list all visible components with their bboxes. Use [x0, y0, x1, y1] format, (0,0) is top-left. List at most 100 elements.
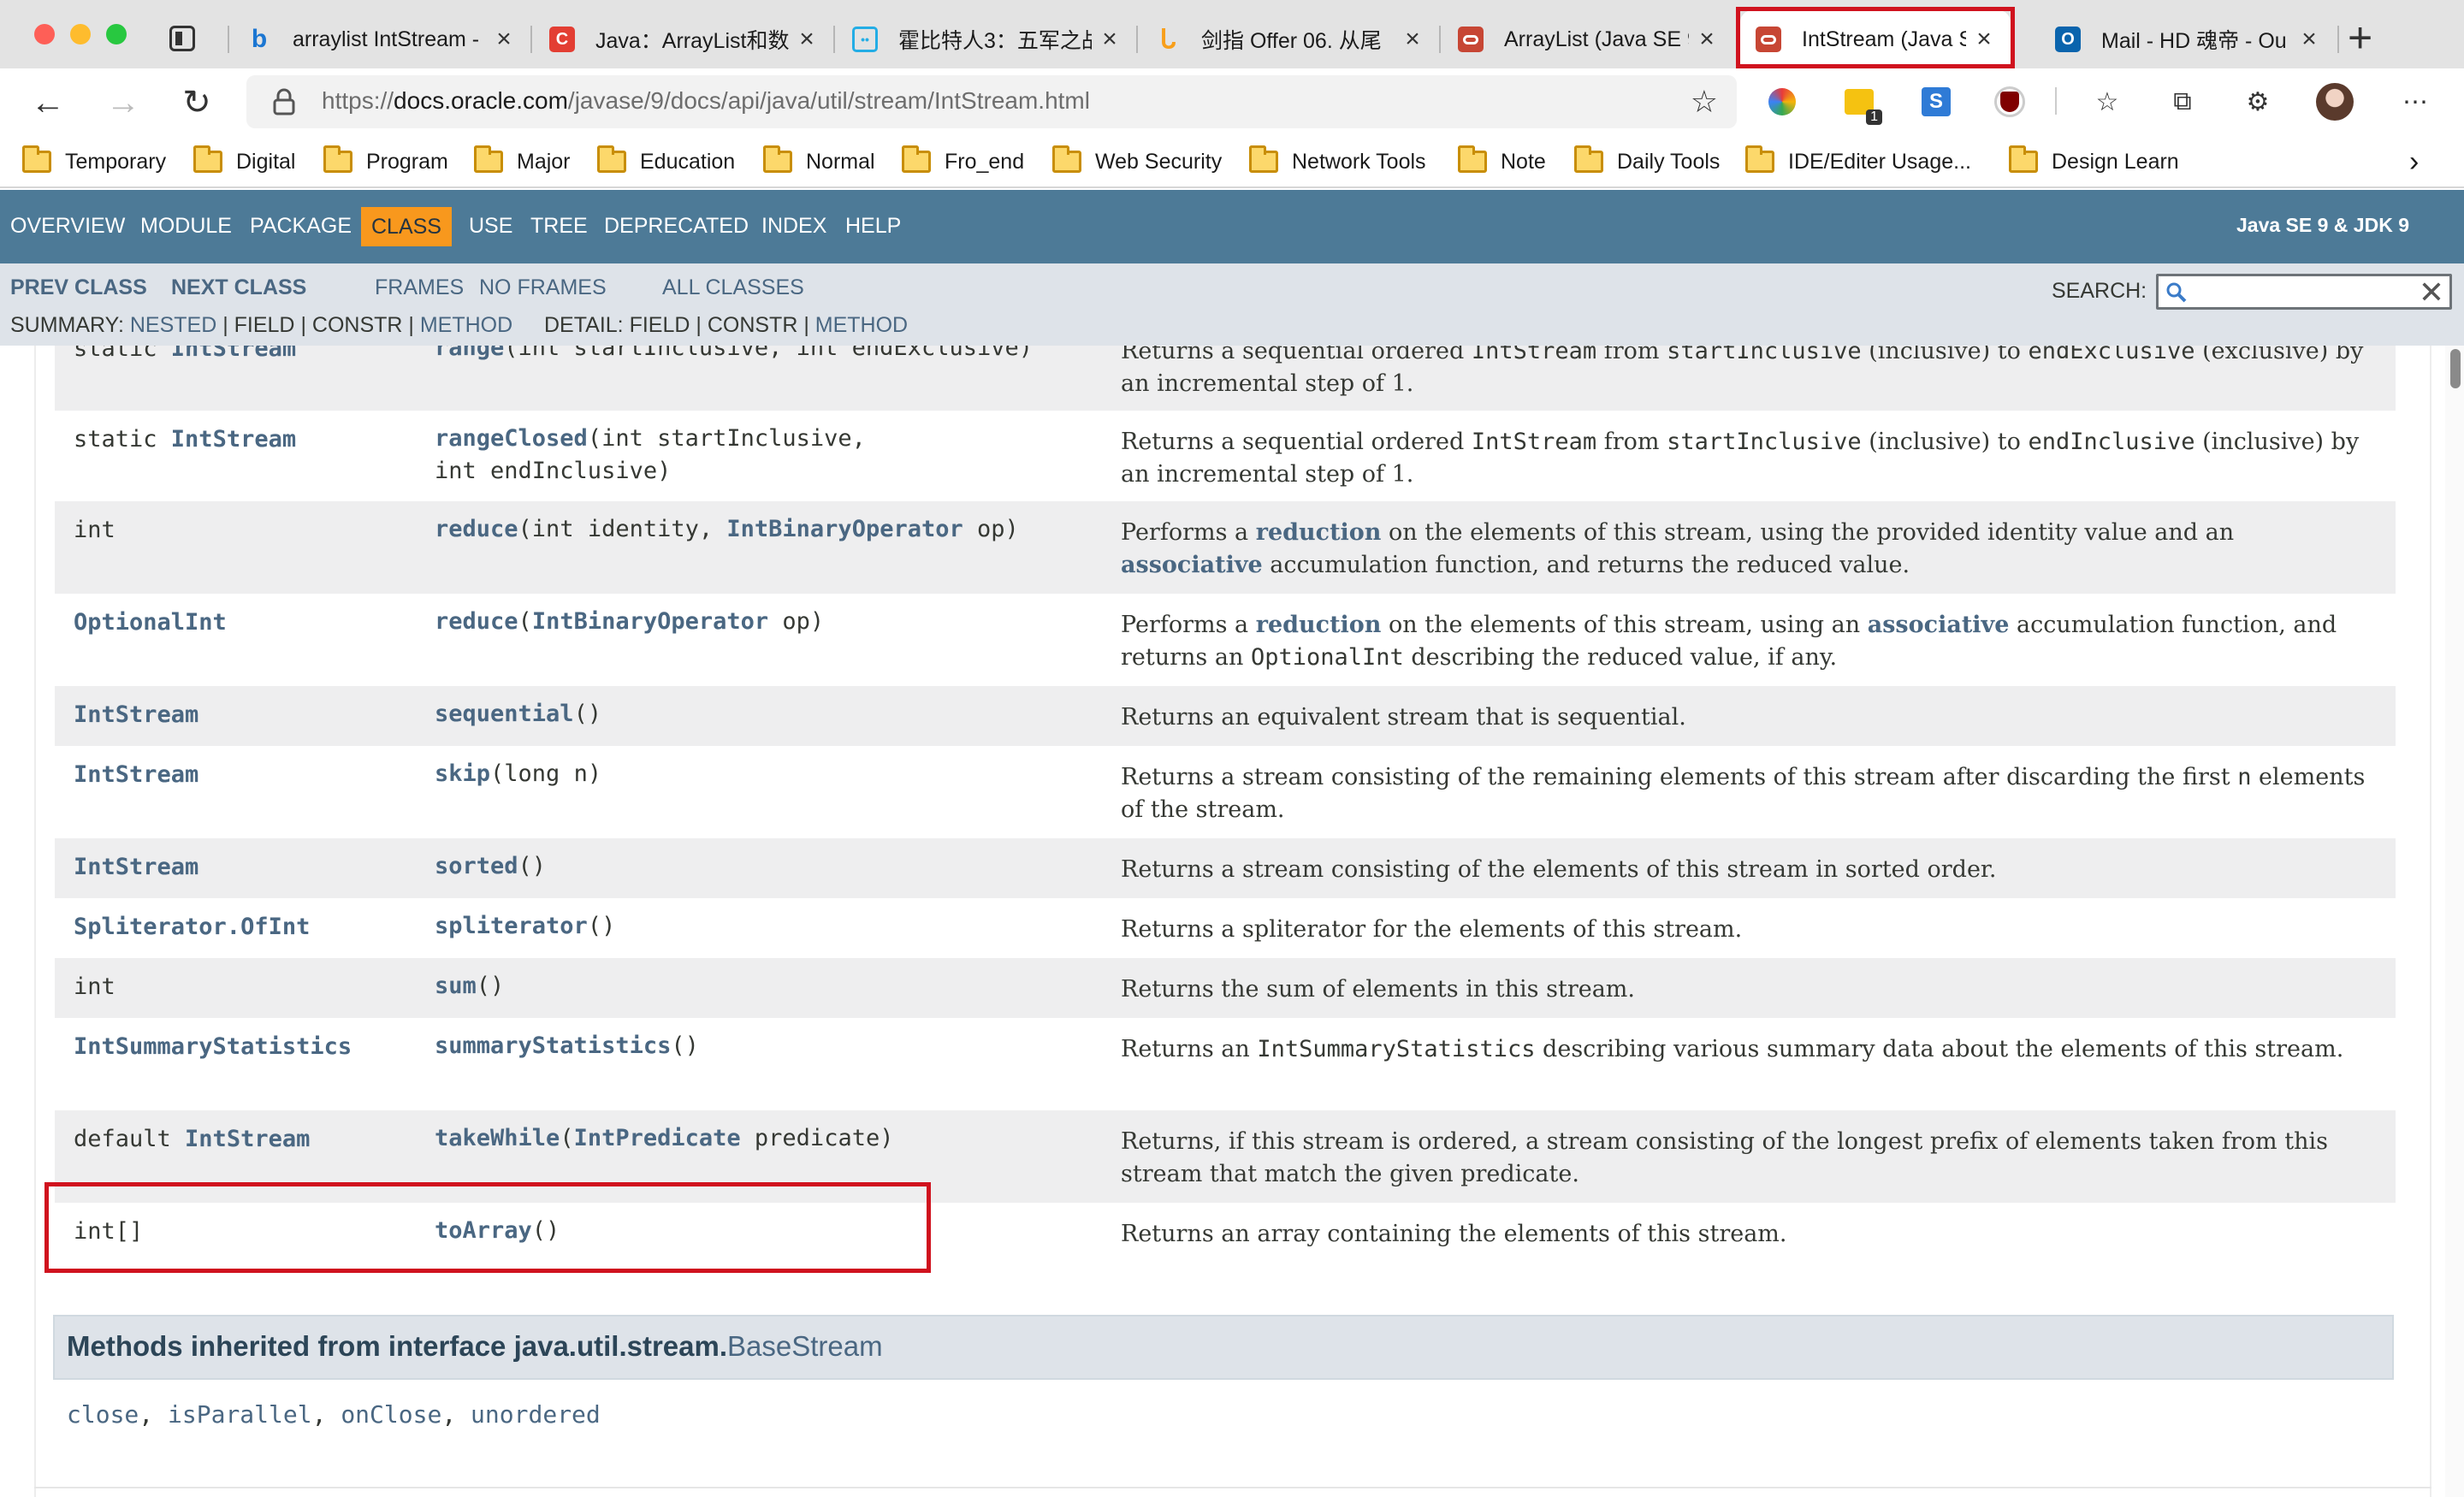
extensions-icon[interactable]: ⚙: [2238, 82, 2277, 121]
reset-search-icon[interactable]: ✕: [2419, 275, 2444, 311]
next-class-link[interactable]: NEXT CLASS: [171, 275, 306, 300]
inherited-method-link[interactable]: close: [67, 1400, 139, 1429]
bookmark-folder-digital[interactable]: Digital: [193, 144, 295, 180]
type-link[interactable]: IntSummaryStatistics: [74, 1033, 352, 1060]
tab-bilibili-hobbit[interactable]: •• 霍比特人3：五军之战 ×: [837, 10, 1136, 68]
back-arrow-icon[interactable]: ←: [26, 80, 70, 125]
profile-avatar[interactable]: [2315, 82, 2354, 121]
reduction-link[interactable]: reduction: [1256, 612, 1382, 638]
method-link[interactable]: sorted: [435, 853, 518, 879]
nav-tree[interactable]: TREE: [530, 214, 588, 239]
search-input[interactable]: ✕: [2156, 274, 2452, 310]
bookmark-folder-note[interactable]: Note: [1458, 144, 1546, 180]
ublock-extension-icon[interactable]: [1990, 82, 2029, 121]
type-link[interactable]: IntBinaryOperator: [532, 608, 768, 635]
type-link[interactable]: IntBinaryOperator: [726, 516, 962, 542]
close-tab-icon[interactable]: ×: [493, 25, 515, 54]
favorites-icon[interactable]: ☆: [2088, 82, 2127, 121]
s-extension-icon[interactable]: S: [1916, 82, 1956, 121]
method-link[interactable]: spliterator: [435, 913, 588, 939]
type-link[interactable]: IntStream: [171, 426, 296, 453]
add-favorite-star-icon[interactable]: ☆: [1691, 84, 1718, 120]
type-link[interactable]: IntStream: [74, 854, 198, 880]
type-link[interactable]: IntStream: [74, 761, 198, 788]
tab-bing-arraylist[interactable]: b arraylist IntStream - ×: [231, 10, 530, 68]
method-link[interactable]: takeWhile: [435, 1125, 560, 1151]
tab-oracle-arraylist[interactable]: ArrayList (Java SE 9 ×: [1442, 10, 1733, 68]
close-tab-icon[interactable]: ×: [1401, 25, 1424, 54]
notes-extension-icon[interactable]: 1: [1839, 82, 1882, 125]
method-link[interactable]: summaryStatistics: [435, 1033, 671, 1059]
tab-actions-icon[interactable]: [169, 26, 195, 51]
scrollbar-thumb[interactable]: [2450, 349, 2461, 388]
bookmark-folder-major[interactable]: Major: [474, 144, 571, 180]
bookmark-folder-fro-end[interactable]: Fro_end: [902, 144, 1024, 180]
method-link[interactable]: skip: [435, 760, 490, 787]
nav-deprecated[interactable]: DEPRECATED: [604, 214, 749, 239]
bookmark-folder-program[interactable]: Program: [323, 144, 448, 180]
tab-leetcode-offer[interactable]: ᒐ 剑指 Offer 06. 从尾 ×: [1140, 10, 1439, 68]
method-link[interactable]: sequential: [435, 701, 574, 727]
nav-module[interactable]: MODULE: [140, 214, 232, 239]
method-link[interactable]: sum: [435, 973, 477, 999]
no-frames-link[interactable]: NO FRAMES: [479, 275, 607, 300]
type-link[interactable]: Spliterator.OfInt: [74, 914, 310, 940]
bookmark-folder-normal[interactable]: Normal: [763, 144, 875, 180]
close-tab-icon[interactable]: ×: [1696, 25, 1718, 54]
associative-link[interactable]: associative: [1121, 552, 1263, 578]
tab-title: ArrayList (Java SE 9: [1504, 27, 1689, 51]
tab-csdn-java[interactable]: C Java：ArrayList和数 ×: [534, 10, 833, 68]
basestream-link[interactable]: BaseStream: [727, 1330, 883, 1362]
reload-icon[interactable]: ↻: [175, 80, 219, 125]
bookmark-folder-education[interactable]: Education: [597, 144, 735, 180]
inherited-method-link[interactable]: unordered: [471, 1400, 601, 1429]
bookmark-folder-ide-editer[interactable]: IDE/Editer Usage...: [1745, 144, 1971, 180]
summary-method-link[interactable]: METHOD: [420, 313, 512, 337]
type-link[interactable]: IntPredicate: [574, 1125, 741, 1151]
inherited-method-link[interactable]: onClose: [341, 1400, 441, 1429]
reduction-link[interactable]: reduction: [1256, 519, 1382, 546]
collections-icon[interactable]: ⧉: [2163, 82, 2202, 121]
minimize-window-button[interactable]: [70, 24, 91, 44]
close-tab-icon[interactable]: ×: [796, 25, 818, 54]
tab-outlook-mail[interactable]: O Mail - HD 魂帝 - Ou ×: [2040, 10, 2336, 68]
bookmark-folder-network-tools[interactable]: Network Tools: [1249, 144, 1426, 180]
method-link[interactable]: reduce: [435, 516, 518, 542]
maximize-window-button[interactable]: [106, 24, 127, 44]
bookmark-folder-temporary[interactable]: Temporary: [22, 144, 166, 180]
vertical-scrollbar[interactable]: [2445, 346, 2464, 1497]
detail-method-link[interactable]: METHOD: [815, 313, 908, 337]
summary-nested-link[interactable]: NESTED: [130, 313, 216, 337]
type-link[interactable]: OptionalInt: [74, 609, 227, 636]
type-link[interactable]: IntStream: [171, 346, 296, 362]
colorful-extension-icon[interactable]: [1762, 82, 1802, 121]
type-link[interactable]: IntStream: [185, 1126, 310, 1152]
prev-class-link[interactable]: PREV CLASS: [10, 275, 147, 300]
nav-overview[interactable]: OVERVIEW: [10, 214, 125, 239]
inherited-method-link[interactable]: isParallel: [168, 1400, 312, 1429]
new-tab-icon[interactable]: +: [2348, 12, 2372, 63]
frames-link[interactable]: FRAMES: [375, 275, 464, 300]
close-window-button[interactable]: [34, 24, 55, 44]
nav-help[interactable]: HELP: [845, 214, 901, 239]
forward-arrow-icon[interactable]: →: [101, 80, 145, 125]
table-row: IntSummaryStatistics summaryStatistics()…: [55, 1018, 2396, 1110]
more-bookmarks-chevron-icon[interactable]: ›: [2409, 144, 2419, 180]
address-bar[interactable]: https://docs.oracle.com/javase/9/docs/ap…: [246, 75, 1737, 128]
all-classes-link[interactable]: ALL CLASSES: [662, 275, 804, 300]
associative-link[interactable]: associative: [1868, 612, 2010, 638]
bookmark-folder-web-security[interactable]: Web Security: [1052, 144, 1222, 180]
more-options-icon[interactable]: ⋯: [2396, 82, 2435, 121]
type-link[interactable]: IntStream: [74, 701, 198, 728]
method-link[interactable]: rangeClosed: [435, 425, 588, 452]
nav-use[interactable]: USE: [469, 214, 512, 239]
close-tab-icon[interactable]: ×: [2298, 25, 2320, 54]
close-tab-icon[interactable]: ×: [1099, 25, 1121, 54]
folder-icon: [22, 145, 51, 173]
bookmark-folder-design-learn[interactable]: Design Learn: [2009, 144, 2179, 180]
nav-index[interactable]: INDEX: [761, 214, 826, 239]
nav-package[interactable]: PACKAGE: [250, 214, 352, 239]
method-link[interactable]: reduce: [435, 608, 518, 635]
method-link[interactable]: range: [435, 346, 504, 361]
bookmark-folder-daily-tools[interactable]: Daily Tools: [1574, 144, 1720, 180]
